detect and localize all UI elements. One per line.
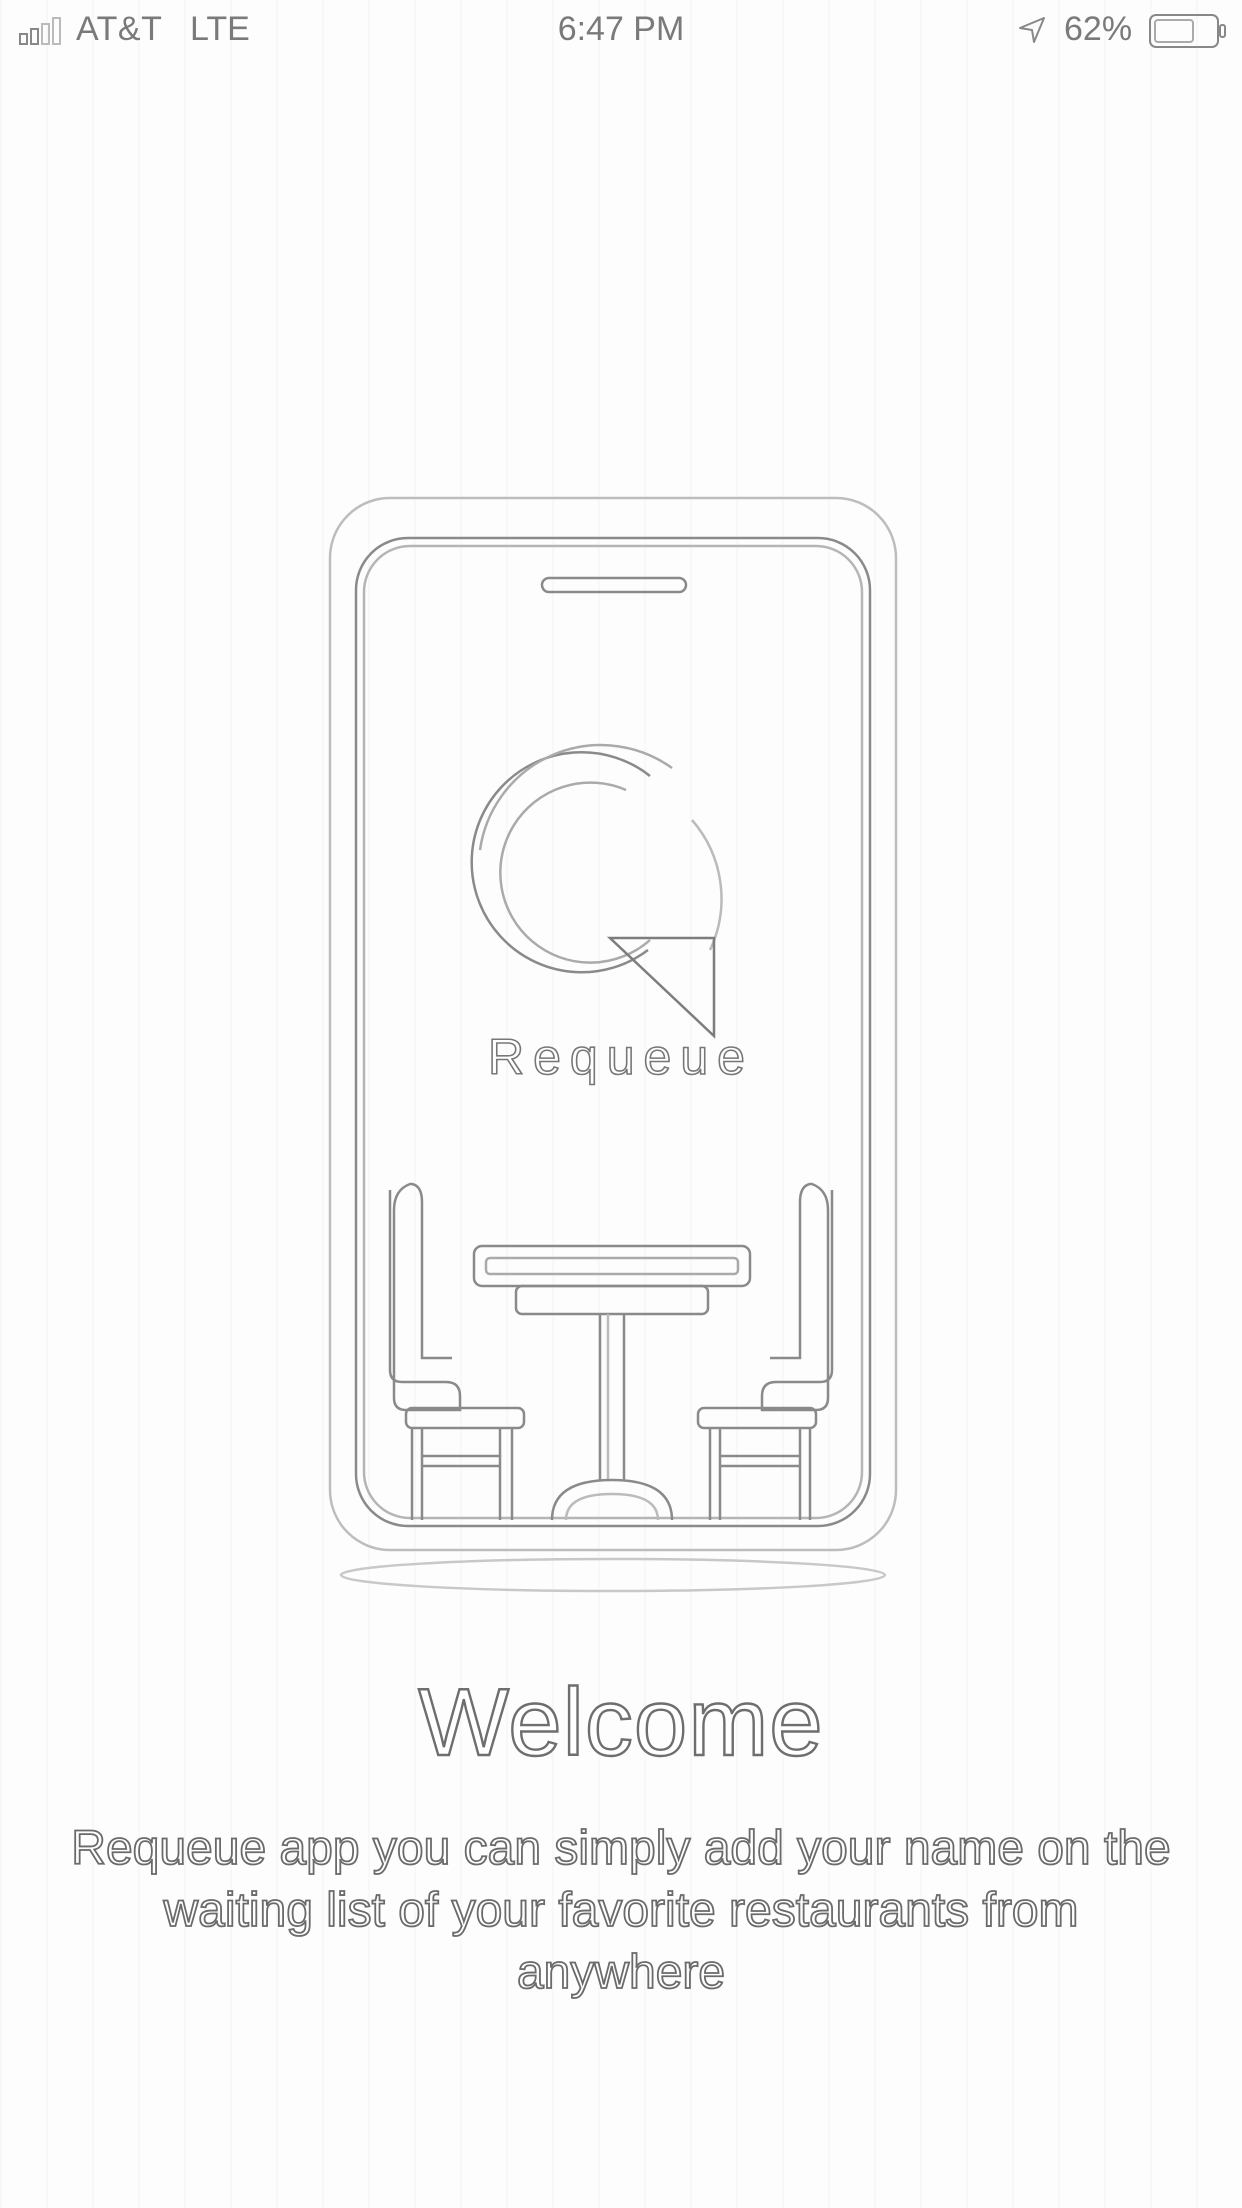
- battery-icon: [1149, 14, 1226, 48]
- welcome-title: Welcome: [417, 1668, 824, 1777]
- location-arrow-icon: [1019, 17, 1045, 43]
- clock: 6:47 PM: [557, 10, 685, 48]
- welcome-description: Requeue app you can simply add your name…: [70, 1821, 1171, 2000]
- phone-frame-icon: [328, 496, 898, 1552]
- table-and-chairs-icon: [388, 1182, 834, 1521]
- requeue-logo-icon: [470, 743, 723, 1039]
- battery-percent: 62%: [1064, 10, 1133, 48]
- brand-name: Requeue: [487, 1028, 754, 1086]
- status-bar: AT&T LTE 6:47 PM 62%: [0, 0, 1242, 62]
